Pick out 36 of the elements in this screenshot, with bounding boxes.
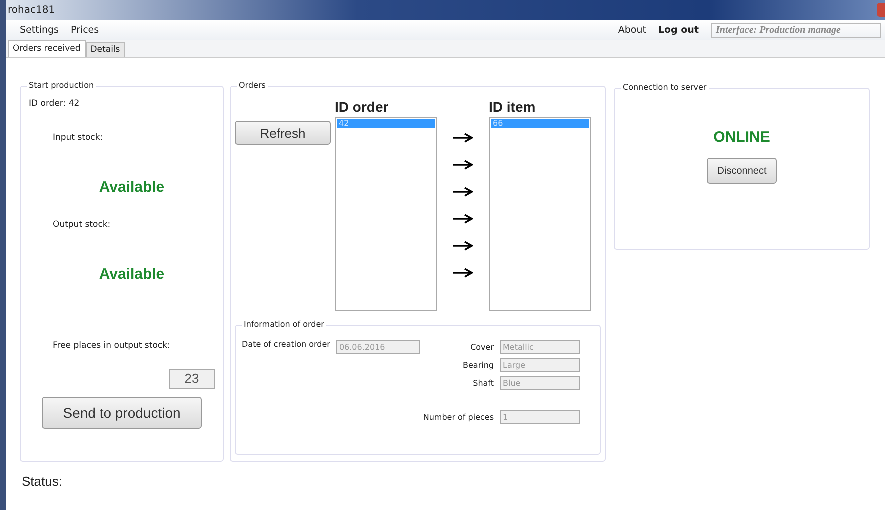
right-arrow-icon	[453, 268, 473, 278]
output-stock-status: Available	[98, 266, 166, 283]
menu-item[interactable]: Settings	[20, 24, 59, 36]
free-places-field[interactable]: 23	[169, 369, 215, 389]
field-label: Cover	[470, 342, 494, 352]
free-places-label: Free places in output stock:	[53, 341, 172, 351]
field-label: Shaft	[473, 378, 494, 388]
menu-item[interactable]: About	[618, 24, 646, 36]
input-stock-label: Input stock:	[53, 133, 104, 143]
group-title: Connection to server	[621, 83, 709, 92]
output-stock-label: Output stock:	[53, 220, 112, 230]
menu-item[interactable]: Log out	[658, 24, 699, 36]
refresh-button[interactable]: Refresh	[235, 121, 331, 145]
send-to-production-button[interactable]: Send to production	[42, 397, 202, 429]
window-title: rohac181	[8, 4, 56, 16]
group-title: Start production	[27, 81, 96, 90]
right-arrow-icon	[453, 214, 473, 224]
menu-item[interactable]: Prices	[70, 24, 100, 36]
group-title: Information of order	[242, 320, 326, 329]
input-stock-status: Available	[98, 179, 166, 196]
connection-status: ONLINE	[714, 129, 770, 146]
disconnect-button[interactable]: Disconnect	[707, 158, 777, 184]
field-label: Bearing	[463, 360, 494, 370]
group-title: Orders	[237, 81, 268, 90]
column-heading: ID item	[489, 99, 537, 117]
id-order-label: ID order: 42	[29, 99, 81, 109]
status-label: Status:	[21, 474, 64, 489]
right-arrow-icon	[453, 241, 473, 251]
tab[interactable]: Details	[86, 42, 126, 57]
column-heading: ID order	[335, 99, 390, 117]
right-arrow-icon	[453, 187, 473, 197]
field-label: Number of pieces	[423, 412, 494, 422]
right-arrow-icon	[453, 160, 473, 170]
field-label: Date of creation order	[242, 340, 330, 349]
tab[interactable]: Orders received	[8, 40, 86, 57]
right-arrow-icon	[453, 133, 473, 143]
